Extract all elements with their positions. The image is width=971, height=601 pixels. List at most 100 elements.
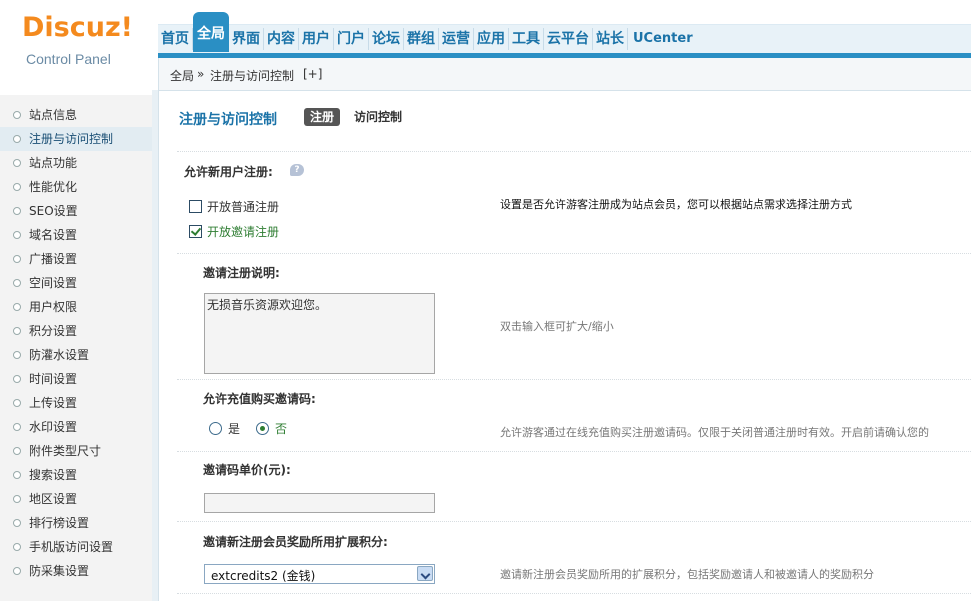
bullet-icon — [13, 351, 21, 359]
textarea-resize-tip: 双击输入框可扩大/缩小 — [500, 320, 614, 333]
sidebar-item-region[interactable]: 地区设置 — [0, 487, 152, 511]
invite-price-input[interactable] — [204, 493, 435, 513]
page-title: 注册与访问控制 — [179, 112, 277, 128]
sidebar-item-site-info[interactable]: 站点信息 — [0, 103, 152, 127]
logo-brand: Discuz! — [22, 12, 133, 43]
sidebar-item-antiflood[interactable]: 防灌水设置 — [0, 343, 152, 367]
bullet-icon — [13, 567, 21, 575]
reward-credits-label: 邀请新注册会员奖励所用扩展积分: — [203, 535, 388, 549]
buy-code-no-radio[interactable] — [256, 422, 269, 435]
sidebar-item-watermark[interactable]: 水印设置 — [0, 415, 152, 439]
bullet-icon — [13, 135, 21, 143]
reward-credits-selected: extcredits2 (金钱) — [211, 569, 316, 583]
logo[interactable]: Discuz! Control Panel — [0, 0, 158, 70]
sidebar-divider — [152, 90, 159, 601]
sidebar-item-time[interactable]: 时间设置 — [0, 367, 152, 391]
bullet-icon — [13, 519, 21, 527]
sidebar: 站点信息 注册与访问控制 站点功能 性能优化 SEO设置 域名设置 广播设置 空… — [0, 90, 152, 601]
buy-code-description: 允许游客通过在线充值购买注册邀请码。仅限于关闭普通注册时有效。开启前请确认您的 — [500, 426, 929, 439]
nav-users[interactable]: 用户 — [299, 28, 334, 50]
nav-groups[interactable]: 群组 — [404, 28, 439, 50]
allow-register-label: 允许新用户注册: — [184, 165, 273, 179]
nav-tools[interactable]: 工具 — [509, 28, 544, 50]
bullet-icon — [13, 327, 21, 335]
divider — [177, 593, 971, 594]
tab-register[interactable]: 注册 — [304, 108, 341, 126]
nav-content[interactable]: 内容 — [264, 28, 299, 50]
buy-code-yes-radio[interactable] — [209, 422, 222, 435]
logo-subtitle: Control Panel — [26, 51, 111, 67]
sidebar-item-space[interactable]: 空间设置 — [0, 271, 152, 295]
breadcrumb-current: 注册与访问控制 — [210, 69, 295, 83]
tab-access-control[interactable]: 访问控制 — [354, 108, 402, 126]
main-panel: 注册与访问控制 注册 访问控制 允许新用户注册: ? 开放普通注册 开放邀请注册… — [159, 91, 971, 601]
sidebar-item-domain[interactable]: 域名设置 — [0, 223, 152, 247]
nav-apps[interactable]: 应用 — [474, 28, 509, 50]
nav-webmaster[interactable]: 站长 — [593, 28, 628, 50]
nav-forum[interactable]: 论坛 — [369, 28, 404, 50]
breadcrumb-separator: » — [197, 67, 205, 81]
bullet-icon — [13, 183, 21, 191]
bullet-icon — [13, 207, 21, 215]
invite-price-label: 邀请码单价(元): — [203, 463, 291, 477]
invite-register-label: 开放邀请注册 — [207, 225, 280, 239]
bullet-icon — [13, 447, 21, 455]
sidebar-item-attachment-types[interactable]: 附件类型尺寸 — [0, 439, 152, 463]
bullet-icon — [13, 543, 21, 551]
bullet-icon — [13, 423, 21, 431]
invite-description-label: 邀请注册说明: — [203, 266, 280, 280]
buy-invite-code-label: 允许充值购买邀请码: — [203, 392, 316, 406]
nav-cloud[interactable]: 云平台 — [544, 28, 593, 50]
bullet-icon — [13, 495, 21, 503]
bullet-icon — [13, 303, 21, 311]
divider — [177, 451, 971, 452]
bullet-icon — [13, 255, 21, 263]
sidebar-menu: 站点信息 注册与访问控制 站点功能 性能优化 SEO设置 域名设置 广播设置 空… — [0, 103, 152, 583]
sidebar-item-ranking[interactable]: 排行榜设置 — [0, 511, 152, 535]
breadcrumb: 全局 » 注册与访问控制 [+] — [158, 58, 971, 91]
divider — [177, 521, 971, 522]
top-nav: 首页 全局 界面 内容 用户 门户 论坛 群组 运营 应用 工具 云平台 站长 … — [158, 12, 698, 54]
sidebar-item-mobile[interactable]: 手机版访问设置 — [0, 535, 152, 559]
add-shortcut-button[interactable]: [+] — [303, 67, 322, 81]
nav-global[interactable]: 全局 — [193, 12, 229, 52]
sidebar-item-site-features[interactable]: 站点功能 — [0, 151, 152, 175]
buy-code-yes-label: 是 — [228, 422, 241, 436]
invite-description-textarea[interactable]: 无损音乐资源欢迎您。 — [204, 293, 435, 374]
divider — [177, 151, 971, 152]
divider — [177, 253, 971, 254]
normal-register-checkbox[interactable] — [189, 200, 202, 213]
invite-register-checkbox[interactable] — [189, 225, 202, 238]
bullet-icon — [13, 159, 21, 167]
bullet-icon — [13, 231, 21, 239]
sidebar-item-seo[interactable]: SEO设置 — [0, 199, 152, 223]
reward-credits-select[interactable]: extcredits2 (金钱) — [204, 564, 435, 584]
sidebar-item-credits[interactable]: 积分设置 — [0, 319, 152, 343]
nav-interface[interactable]: 界面 — [229, 28, 264, 50]
nav-ucenter[interactable]: UCenter — [628, 28, 698, 50]
nav-home[interactable]: 首页 — [158, 28, 193, 50]
allow-register-description: 设置是否允许游客注册成为站点会员，您可以根据站点需求选择注册方式 — [500, 198, 852, 211]
sidebar-item-anti-scrape[interactable]: 防采集设置 — [0, 559, 152, 583]
normal-register-label: 开放普通注册 — [207, 200, 280, 214]
bullet-icon — [13, 471, 21, 479]
buy-code-no-label: 否 — [275, 422, 288, 436]
sidebar-item-broadcast[interactable]: 广播设置 — [0, 247, 152, 271]
sidebar-item-register-access[interactable]: 注册与访问控制 — [0, 127, 152, 151]
bullet-icon — [13, 375, 21, 383]
nav-portal[interactable]: 门户 — [334, 28, 369, 50]
nav-operations[interactable]: 运营 — [439, 28, 474, 50]
breadcrumb-root[interactable]: 全局 — [170, 67, 194, 84]
bullet-icon — [13, 111, 21, 119]
sidebar-item-performance[interactable]: 性能优化 — [0, 175, 152, 199]
sidebar-item-search[interactable]: 搜索设置 — [0, 463, 152, 487]
sidebar-item-permissions[interactable]: 用户权限 — [0, 295, 152, 319]
bullet-icon — [13, 279, 21, 287]
chevron-down-icon[interactable] — [417, 566, 433, 581]
bullet-icon — [13, 399, 21, 407]
reward-credits-description: 邀请新注册会员奖励所用的扩展积分，包括奖励邀请人和被邀请人的奖励积分 — [500, 568, 874, 581]
sidebar-item-upload[interactable]: 上传设置 — [0, 391, 152, 415]
header: Discuz! Control Panel 首页 全局 界面 内容 用户 门户 … — [0, 0, 971, 67]
divider — [177, 379, 971, 380]
help-bubble-icon[interactable]: ? — [290, 164, 304, 176]
